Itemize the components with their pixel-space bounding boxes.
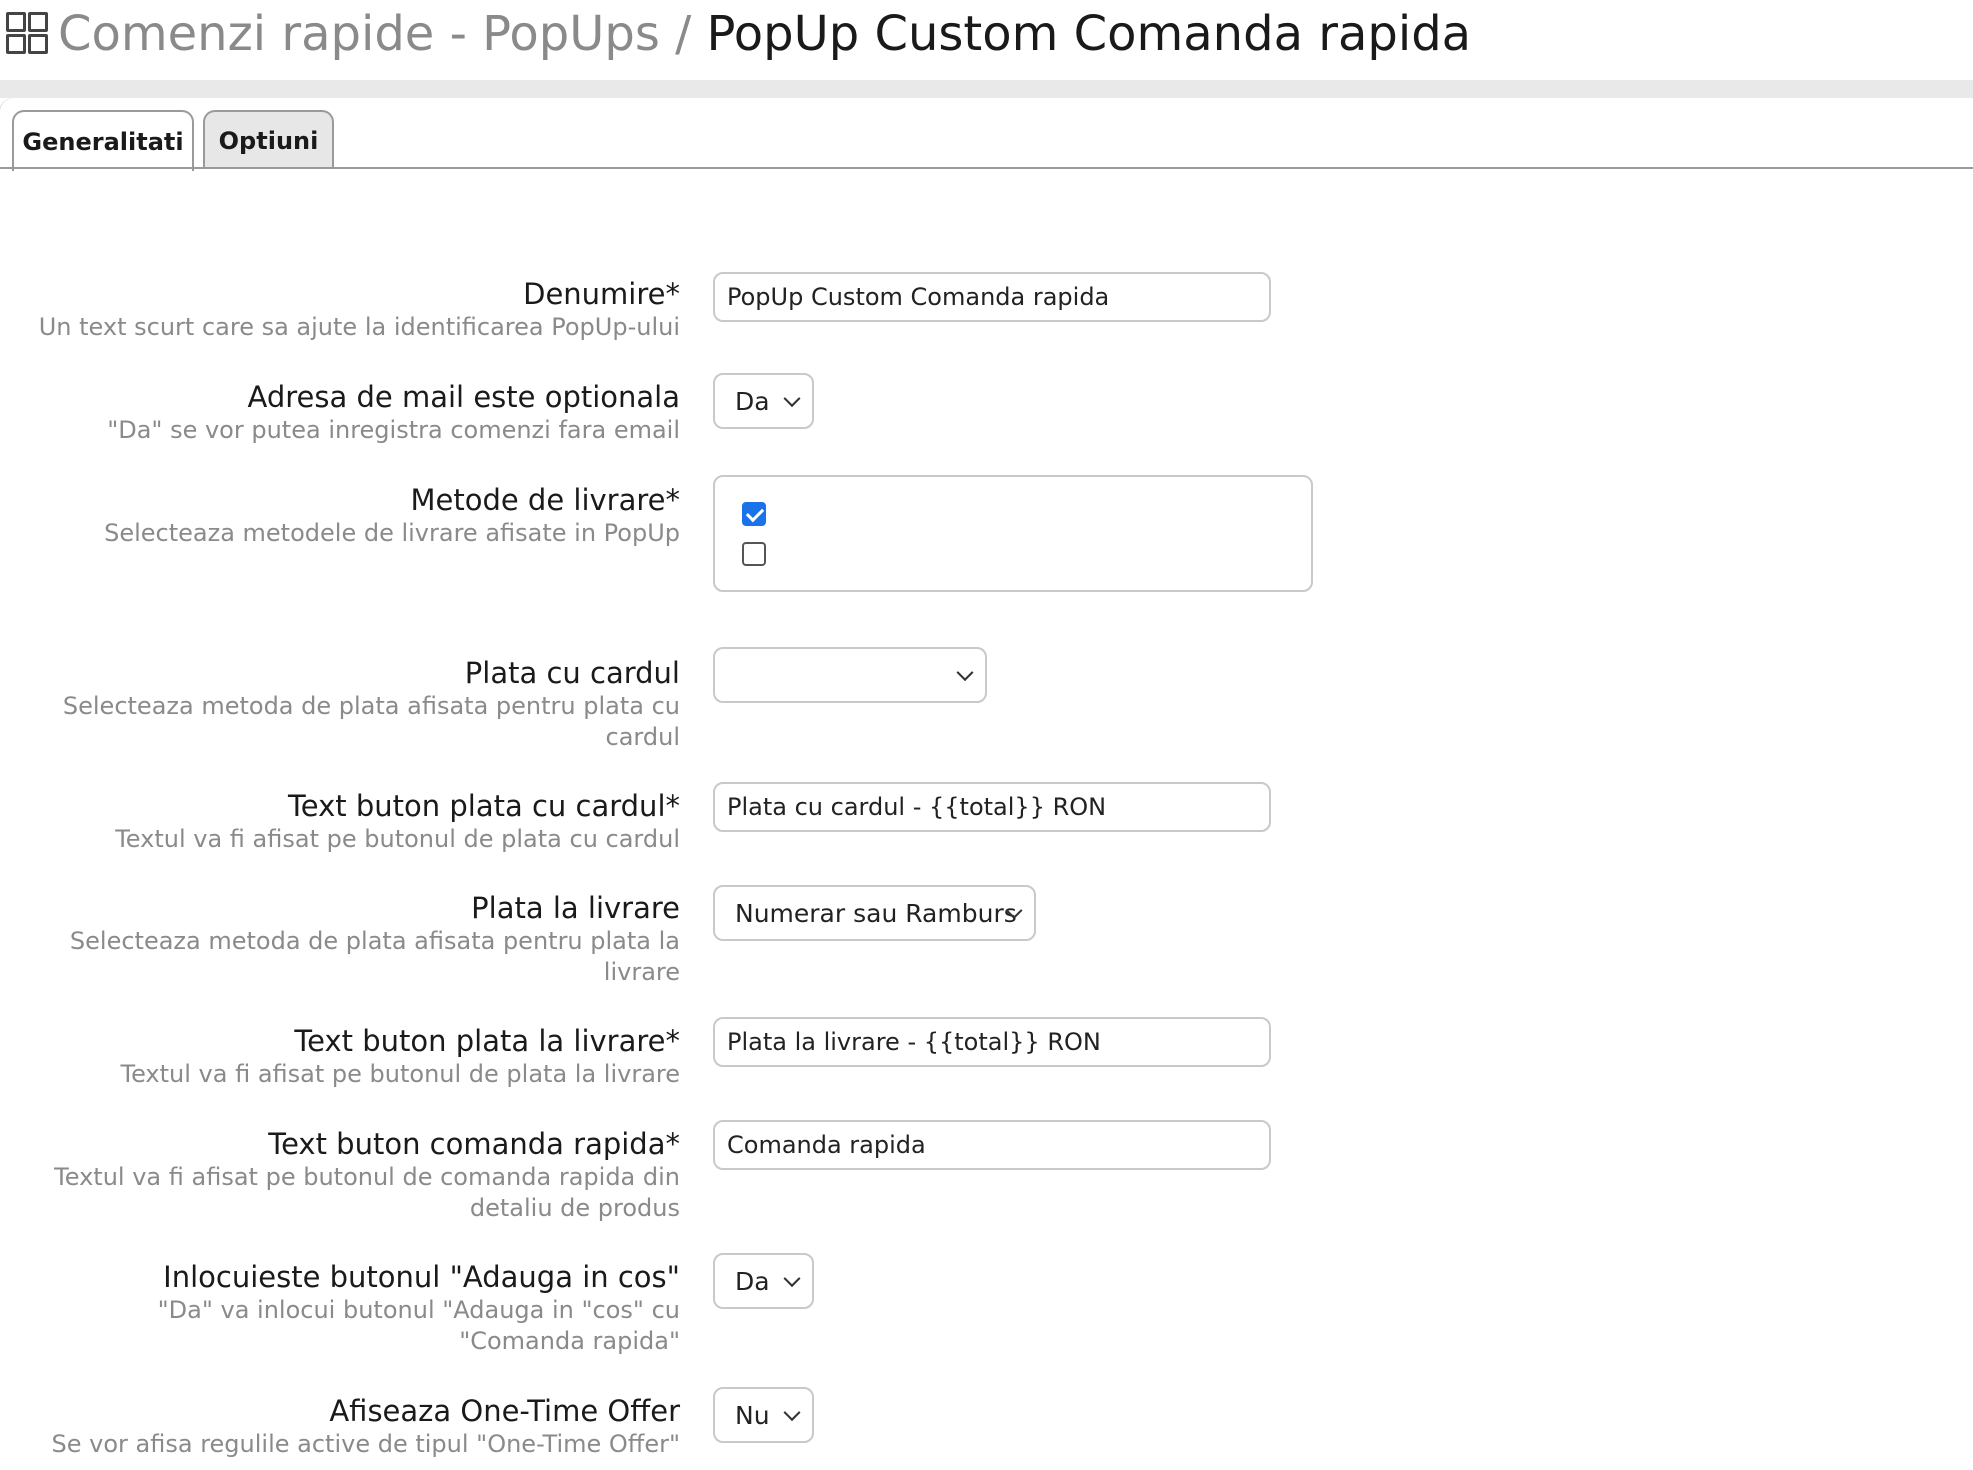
breadcrumb-separator: / xyxy=(659,6,707,62)
delivery-methods-checkbox-group xyxy=(713,475,1313,592)
email-optional-hint: "Da" se vor putea inregistra comenzi far… xyxy=(107,416,680,444)
card-payment-label-group: Plata cu cardul Selecteaza metoda de pla… xyxy=(63,655,680,753)
quick-order-text-input[interactable] xyxy=(713,1120,1271,1170)
cod-payment-label-group: Plata la livrare Selecteaza metoda de pl… xyxy=(70,890,680,988)
name-hint: Un text scurt care sa ajute la identific… xyxy=(38,313,680,341)
cod-payment-value: Numerar sau Ramburs xyxy=(735,898,1017,928)
cod-button-text-input[interactable] xyxy=(713,1017,1271,1067)
delivery-method-checkbox-2[interactable] xyxy=(742,542,766,566)
one-time-offer-label: Afiseaza One-Time Offer xyxy=(329,1394,680,1428)
card-payment-hint-line2: cardul xyxy=(605,723,680,751)
chevron-down-icon xyxy=(783,1404,801,1422)
card-payment-label: Plata cu cardul xyxy=(464,656,680,690)
card-payment-hint-line1: Selecteaza metoda de plata afisata pentr… xyxy=(62,692,680,720)
email-optional-select[interactable]: Da xyxy=(713,373,814,429)
cod-button-text-label-group: Text buton plata la livrare* Textul va f… xyxy=(121,1023,681,1090)
one-time-offer-label-group: Afiseaza One-Time Offer Se vor afisa reg… xyxy=(52,1393,680,1460)
card-button-text-hint: Textul va fi afisat pe butonul de plata … xyxy=(115,825,680,853)
replace-add-to-cart-select[interactable]: Da xyxy=(713,1253,814,1309)
replace-add-to-cart-hint-line1: "Da" va inlocui butonul "Adauga in "cos"… xyxy=(157,1296,680,1324)
tab-optiuni[interactable]: Optiuni xyxy=(203,110,334,169)
one-time-offer-hint: Se vor afisa regulile active de tipul "O… xyxy=(51,1430,680,1458)
card-button-text-label-group: Text buton plata cu cardul* Textul va fi… xyxy=(115,788,680,855)
card-button-text-input[interactable] xyxy=(713,782,1271,832)
quick-order-text-label: Text buton comanda rapida* xyxy=(268,1127,680,1161)
page-title: PopUp Custom Comanda rapida xyxy=(706,6,1472,62)
email-optional-label: Adresa de mail este optionala xyxy=(247,380,680,414)
cod-button-text-hint: Textul va fi afisat pe butonul de plata … xyxy=(120,1060,681,1088)
page-header: Comenzi rapide - PopUps / PopUp Custom C… xyxy=(0,0,1973,80)
name-input[interactable] xyxy=(713,272,1271,322)
chevron-down-icon xyxy=(783,1270,801,1288)
card-button-text-label: Text buton plata cu cardul* xyxy=(288,789,680,823)
replace-add-to-cart-label-group: Inlocuieste butonul "Adauga in cos" "Da"… xyxy=(158,1259,680,1357)
replace-add-to-cart-label: Inlocuieste butonul "Adauga in cos" xyxy=(163,1260,680,1294)
cod-button-text-label: Text buton plata la livrare* xyxy=(294,1024,680,1058)
quick-order-text-hint-line2: detaliu de produs xyxy=(469,1194,680,1222)
email-optional-value: Da xyxy=(735,386,770,416)
grid-icon[interactable] xyxy=(6,12,48,54)
email-optional-label-group: Adresa de mail este optionala "Da" se vo… xyxy=(107,379,680,446)
one-time-offer-select[interactable]: Nu xyxy=(713,1387,814,1443)
chevron-down-icon xyxy=(956,664,974,682)
tab-generalitati[interactable]: Generalitati xyxy=(12,110,194,171)
one-time-offer-value: Nu xyxy=(735,1400,770,1430)
name-label-group: Denumire* Un text scurt care sa ajute la… xyxy=(39,276,680,343)
breadcrumb-parent-link[interactable]: Comenzi rapide - PopUps xyxy=(58,6,660,62)
breadcrumb: Comenzi rapide - PopUps / PopUp Custom C… xyxy=(58,4,1471,64)
replace-add-to-cart-hint-line2: "Comanda rapida" xyxy=(459,1327,680,1355)
cod-payment-label: Plata la livrare xyxy=(471,891,680,925)
name-label: Denumire* xyxy=(523,277,680,311)
delivery-methods-label: Metode de livrare* xyxy=(410,483,680,517)
delivery-method-checkbox-1[interactable] xyxy=(742,502,766,526)
cod-payment-hint-line2: livrare xyxy=(603,958,680,986)
quick-order-text-label-group: Text buton comanda rapida* Textul va fi … xyxy=(54,1126,680,1224)
chevron-down-icon xyxy=(783,390,801,408)
delivery-methods-label-group: Metode de livrare* Selecteaza metodele d… xyxy=(104,482,680,549)
cod-payment-select[interactable]: Numerar sau Ramburs xyxy=(713,885,1036,941)
quick-order-text-hint-line1: Textul va fi afisat pe butonul de comand… xyxy=(54,1163,680,1191)
delivery-methods-hint: Selecteaza metodele de livrare afisate i… xyxy=(104,519,680,547)
header-divider xyxy=(0,80,1973,98)
cod-payment-hint-line1: Selecteaza metoda de plata afisata pentr… xyxy=(69,927,680,955)
card-payment-select[interactable] xyxy=(713,647,987,703)
tabs-underline xyxy=(0,167,1973,169)
replace-add-to-cart-value: Da xyxy=(735,1266,770,1296)
